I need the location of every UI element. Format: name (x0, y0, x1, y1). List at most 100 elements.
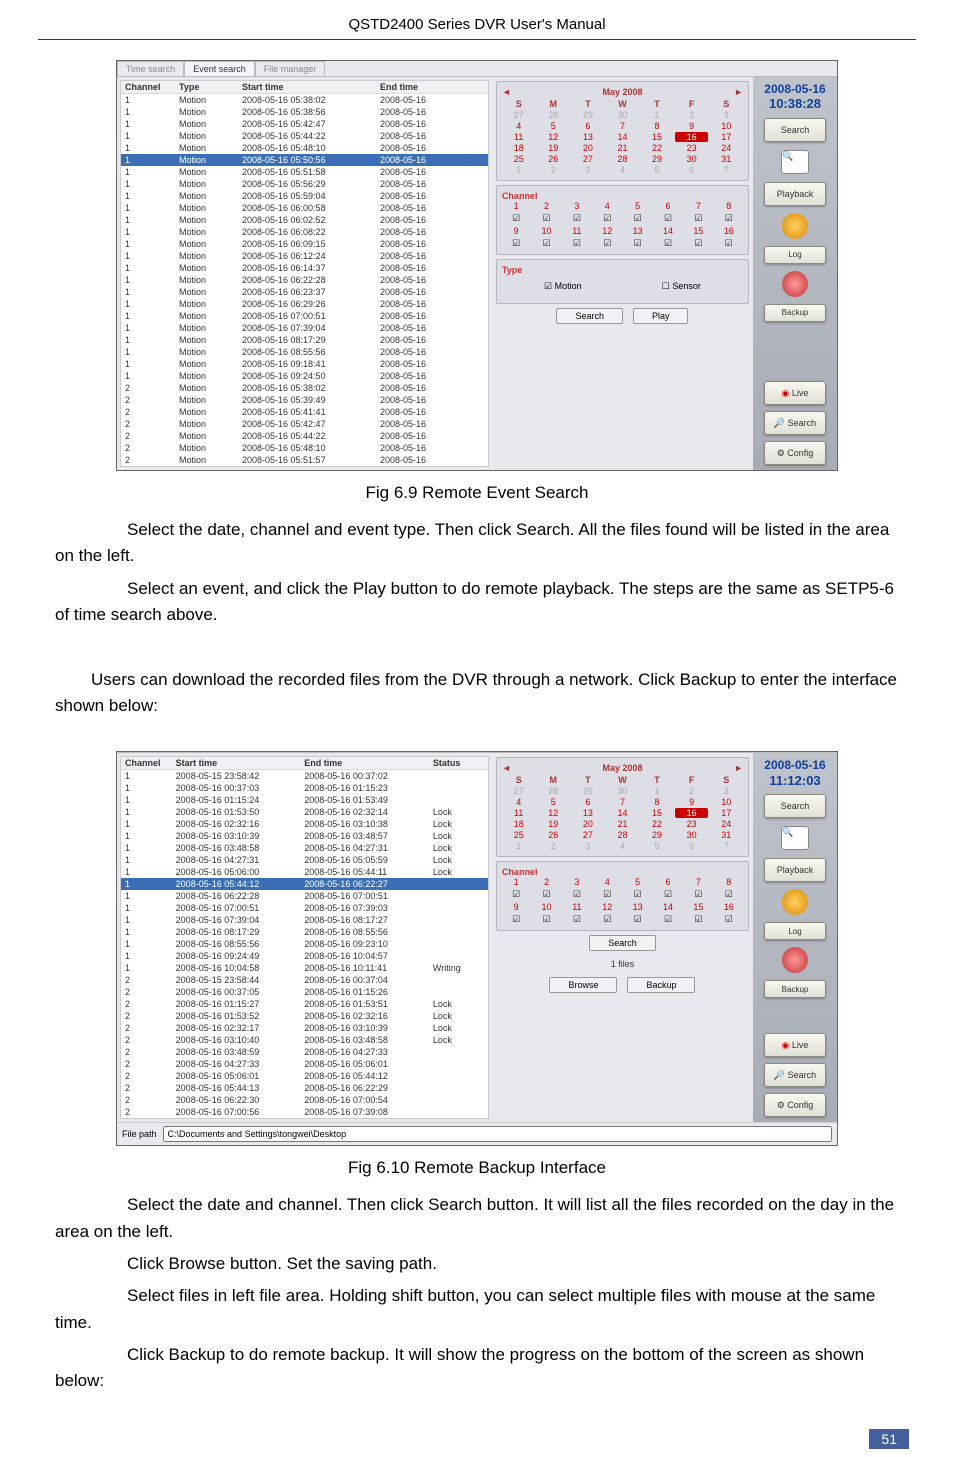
prev-month-icon[interactable]: ◄ (502, 87, 511, 97)
calendar-day[interactable]: 30 (606, 786, 640, 796)
table-row[interactable]: 1Motion2008-05-16 05:51:582008-05-16 (121, 166, 488, 178)
calendar-day[interactable]: 30 (606, 110, 640, 120)
table-row[interactable]: 12008-05-16 08:55:562008-05-16 09:23:10 (121, 938, 488, 950)
table-row[interactable]: 12008-05-16 06:22:282008-05-16 07:00:51 (121, 890, 488, 902)
play-button[interactable]: Play (633, 308, 689, 324)
table-row[interactable]: 22008-05-16 05:06:012008-05-16 05:44:12 (121, 1070, 488, 1082)
table-row[interactable]: 12008-05-16 05:06:002008-05-16 05:44:11L… (121, 866, 488, 878)
tab-event-search[interactable]: Event search (184, 61, 255, 76)
calendar-day[interactable]: 12 (537, 808, 571, 818)
channel-checkbox[interactable]: ☑ (715, 238, 743, 249)
table-row[interactable]: 12008-05-16 04:27:312008-05-16 05:05:59L… (121, 854, 488, 866)
calendar-day[interactable]: 7 (606, 797, 640, 807)
calendar-day[interactable]: 21 (606, 143, 640, 153)
channel-checkbox[interactable]: ☑ (532, 238, 560, 249)
table-row[interactable]: 1Motion2008-05-16 06:00:582008-05-16 (121, 202, 488, 214)
th-type[interactable]: Type (175, 81, 238, 93)
table-row[interactable]: 2Motion2008-05-16 05:51:572008-05-16 (121, 454, 488, 466)
table-row[interactable]: 22008-05-16 04:27:332008-05-16 05:06:01 (121, 1058, 488, 1070)
table-row[interactable]: 12008-05-16 01:15:242008-05-16 01:53:49 (121, 794, 488, 806)
calendar-day[interactable]: 27 (502, 786, 536, 796)
table-row[interactable]: 12008-05-16 00:37:032008-05-16 01:15:23 (121, 782, 488, 794)
table-row[interactable]: 1Motion2008-05-16 06:09:152008-05-16 (121, 238, 488, 250)
th-channel[interactable]: Channel (121, 81, 175, 93)
table-row[interactable]: 1Motion2008-05-16 08:17:292008-05-16 (121, 334, 488, 346)
calendar-day[interactable]: 1 (502, 841, 536, 851)
table-row[interactable]: 22008-05-16 03:10:402008-05-16 03:48:58L… (121, 1034, 488, 1046)
table-row[interactable]: 22008-05-16 06:22:302008-05-16 07:00:54 (121, 1094, 488, 1106)
calendar-day[interactable]: 23 (675, 819, 709, 829)
table-row[interactable]: 1Motion2008-05-16 06:02:522008-05-16 (121, 214, 488, 226)
table-row[interactable]: 2Motion2008-05-16 05:42:472008-05-16 (121, 418, 488, 430)
calendar-day[interactable]: 1 (640, 786, 674, 796)
calendar-day[interactable]: 13 (571, 808, 605, 818)
calendar-day[interactable]: 13 (571, 132, 605, 142)
calendar-day[interactable]: 3 (709, 786, 743, 796)
table-row[interactable]: 1Motion2008-05-16 05:48:102008-05-16 (121, 142, 488, 154)
table-row[interactable]: 12008-05-16 02:32:162008-05-16 03:10:38L… (121, 818, 488, 830)
calendar-day[interactable]: 9 (675, 797, 709, 807)
sidebar-search-b[interactable]: Search (764, 794, 826, 818)
calendar-day[interactable]: 9 (675, 121, 709, 131)
sidebar-live[interactable]: ◉ Live (764, 381, 826, 405)
calendar-day[interactable]: 1 (640, 110, 674, 120)
table-row[interactable]: 22008-05-15 23:58:442008-05-16 00:37:04 (121, 974, 488, 986)
table-row[interactable]: 1Motion2008-05-16 05:42:472008-05-16 (121, 118, 488, 130)
calendar-day[interactable]: 15 (640, 132, 674, 142)
calendar-day[interactable]: 17 (709, 808, 743, 818)
calendar-day[interactable]: 15 (640, 808, 674, 818)
channel-checkbox[interactable]: ☑ (715, 889, 743, 900)
table-row[interactable]: 1Motion2008-05-16 06:22:282008-05-16 (121, 274, 488, 286)
sidebar-log-b[interactable]: Log (764, 922, 826, 940)
sidebar-live-b[interactable]: ◉ Live (764, 1033, 826, 1057)
table-row[interactable]: 12008-05-16 03:48:582008-05-16 04:27:31L… (121, 842, 488, 854)
tab-file-manager[interactable]: File manager (255, 61, 326, 76)
calendar-day[interactable]: 14 (606, 808, 640, 818)
channel-checkbox[interactable]: ☑ (623, 889, 651, 900)
calendar-day[interactable]: 19 (537, 143, 571, 153)
calendar-day[interactable]: 11 (502, 132, 536, 142)
calendar-day[interactable]: 6 (675, 165, 709, 175)
calendar-day[interactable]: 3 (571, 841, 605, 851)
calendar-day[interactable]: 17 (709, 132, 743, 142)
table-row[interactable]: 22008-05-16 03:48:592008-05-16 04:27:33 (121, 1046, 488, 1058)
calendar-day[interactable]: 28 (537, 786, 571, 796)
calendar-day[interactable]: 2 (675, 110, 709, 120)
file-path-input[interactable] (163, 1126, 832, 1142)
calendar-day[interactable]: 16 (675, 132, 709, 142)
calendar-day[interactable]: 26 (537, 830, 571, 840)
table-row[interactable]: 1Motion2008-05-16 05:38:022008-05-16 (121, 94, 488, 106)
channel-checkbox[interactable]: ☑ (654, 213, 682, 224)
table-row[interactable]: 22008-05-16 07:00:562008-05-16 07:39:08 (121, 1106, 488, 1118)
table-row[interactable]: 12008-05-15 23:58:422008-05-16 00:37:02 (121, 770, 488, 782)
channel-checkbox[interactable]: ☑ (654, 914, 682, 925)
th-start[interactable]: Start time (238, 81, 376, 93)
calendar-day[interactable]: 30 (675, 154, 709, 164)
calendar-day[interactable]: 5 (640, 165, 674, 175)
calendar-day[interactable]: 7 (606, 121, 640, 131)
calendar-day[interactable]: 4 (502, 797, 536, 807)
table-row[interactable]: 22008-05-16 05:44:132008-05-16 06:22:29 (121, 1082, 488, 1094)
calendar-day[interactable]: 11 (502, 808, 536, 818)
channel-checkbox[interactable]: ☑ (563, 213, 591, 224)
calendar-day[interactable]: 8 (640, 797, 674, 807)
table-row[interactable]: 1Motion2008-05-16 07:00:512008-05-16 (121, 310, 488, 322)
calendar-day[interactable]: 22 (640, 143, 674, 153)
table-row[interactable]: 1Motion2008-05-16 09:24:502008-05-16 (121, 370, 488, 382)
calendar-day[interactable]: 3 (709, 110, 743, 120)
channel-checkbox[interactable]: ☑ (563, 238, 591, 249)
next-month-icon-2[interactable]: ► (734, 763, 743, 773)
channel-checkbox[interactable]: ☑ (684, 213, 712, 224)
calendar-day[interactable]: 22 (640, 819, 674, 829)
sidebar-search2[interactable]: 🔎 Search (764, 411, 826, 435)
calendar-day[interactable]: 6 (571, 797, 605, 807)
calendar-day[interactable]: 6 (571, 121, 605, 131)
channel-checkbox[interactable]: ☑ (563, 889, 591, 900)
calendar-day[interactable]: 27 (571, 830, 605, 840)
table-row[interactable]: 1Motion2008-05-16 06:14:372008-05-16 (121, 262, 488, 274)
calendar-day[interactable]: 7 (709, 841, 743, 851)
table-row[interactable]: 1Motion2008-05-16 07:39:042008-05-16 (121, 322, 488, 334)
channel-checkbox[interactable]: ☑ (563, 914, 591, 925)
calendar-day[interactable]: 5 (537, 121, 571, 131)
channel-checkbox[interactable]: ☑ (593, 889, 621, 900)
